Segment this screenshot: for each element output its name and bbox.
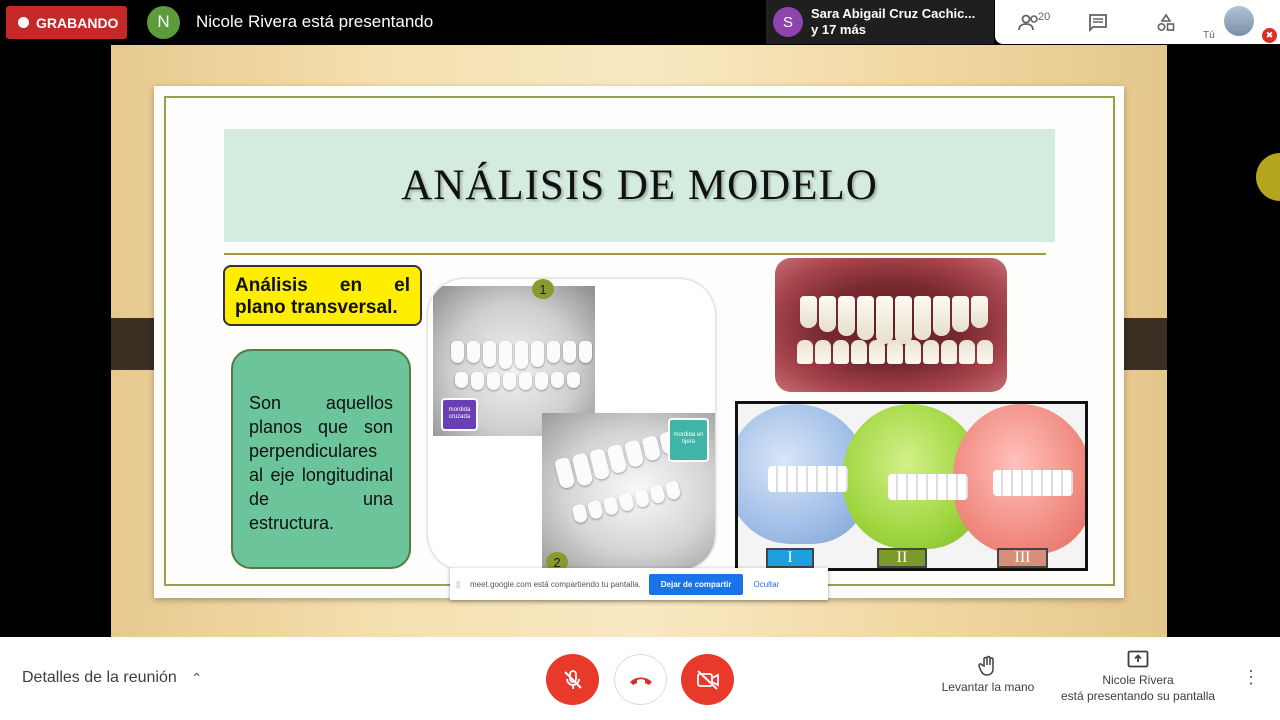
present-screen-icon (1127, 650, 1149, 668)
stop-sharing-button[interactable]: Dejar de compartir (648, 573, 744, 595)
class-ii-label: II (877, 548, 927, 568)
subtitle-line-1: Análisis en el (235, 275, 410, 296)
presenter-info: N Nicole Rivera está presentando (147, 5, 433, 39)
participant-more: y 17 más (811, 22, 866, 37)
slide-title-band: ANÁLISIS DE MODELO (224, 129, 1055, 242)
meet-window: GRABANDO N Nicole Rivera está presentand… (0, 0, 1280, 720)
chat-button[interactable] (1084, 10, 1112, 36)
photo-number-1: 1 (532, 279, 554, 299)
hang-up-icon (629, 677, 652, 685)
presenting-text: está presentando su pantalla (1060, 689, 1216, 703)
subtitle-box: Análisis en el plano transversal. (223, 265, 422, 326)
recording-dot-icon (18, 17, 29, 28)
meeting-details-button[interactable]: Detalles de la reunión ⌃ (22, 669, 203, 687)
microphone-toggle-button[interactable] (546, 654, 599, 705)
crossbite-tag: mordida cruzada (441, 398, 478, 431)
raise-hand-label: Levantar la mano (941, 680, 1035, 694)
participants-chip[interactable]: S Sara Abigail Cruz Cachic... y 17 más (766, 0, 994, 44)
skeletal-classes-illustration: I II III (735, 401, 1088, 571)
scissor-bite-tag: mordida en tijera (668, 418, 709, 462)
activities-icon (1157, 13, 1175, 32)
class-i-label: I (766, 548, 814, 568)
mic-off-icon (563, 669, 582, 689)
slide-title: ANÁLISIS DE MODELO (401, 162, 878, 209)
presenter-avatar: N (147, 5, 180, 39)
definition-box: Son aquellos planos que son perpendicula… (231, 349, 411, 569)
smile-photo (775, 258, 1007, 392)
participant-name: Sara Abigail Cruz Cachic... (811, 6, 976, 21)
camera-toggle-button[interactable] (681, 654, 734, 705)
activities-button[interactable] (1152, 10, 1180, 36)
self-mic-off-icon: ✖ (1262, 28, 1277, 43)
recording-badge: GRABANDO (6, 6, 127, 39)
drag-handle-icon[interactable]: || (456, 580, 464, 589)
title-divider (224, 253, 1046, 255)
more-options-button[interactable]: ⋮ (1242, 667, 1260, 691)
meeting-details-label: Detalles de la reunión (22, 669, 177, 686)
self-label: Tú (1203, 30, 1215, 41)
recording-label: GRABANDO (36, 14, 119, 31)
chat-icon (1089, 14, 1107, 33)
participant-avatar: S (773, 7, 803, 37)
camera-off-icon (696, 669, 719, 690)
hide-button[interactable]: Ocultar (753, 580, 779, 589)
presenting-name: Nicole Rivera (1102, 673, 1174, 687)
presenter-text: Nicole Rivera está presentando (196, 12, 434, 31)
screen-share-notification: || meet.google.com está compartiendo tu … (450, 568, 828, 600)
leave-call-button[interactable] (614, 654, 667, 705)
side-indicator (1256, 153, 1280, 201)
share-message: meet.google.com está compartiendo tu pan… (470, 579, 641, 589)
presentation-status-button[interactable]: Nicole Rivera está presentando su pantal… (1050, 650, 1226, 704)
hand-icon (978, 655, 994, 676)
more-vert-icon: ⋮ (1242, 667, 1260, 687)
people-count: 20 (1038, 11, 1051, 23)
chevron-up-icon: ⌃ (190, 669, 203, 686)
raise-hand-button[interactable]: Levantar la mano (930, 655, 1046, 694)
class-iii-label: III (997, 548, 1048, 568)
self-view-thumbnail[interactable] (1224, 6, 1254, 36)
subtitle-line-2: plano transversal. (235, 297, 398, 318)
